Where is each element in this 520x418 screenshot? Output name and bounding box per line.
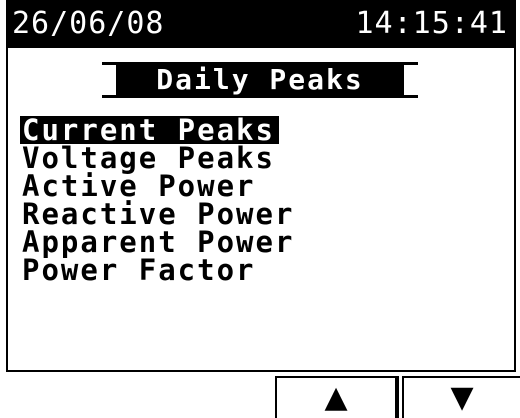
menu-item-power-factor[interactable]: Power Factor — [20, 256, 260, 285]
menu-item-apparent-power[interactable]: Apparent Power — [20, 228, 298, 257]
scroll-down-button[interactable]: ▼ — [402, 376, 520, 418]
page-title-frame: Daily Peaks — [102, 62, 418, 98]
menu-list: Current Peaks Voltage Peaks Active Power… — [20, 116, 298, 285]
status-bar: 26/06/08 14:15:41 — [8, 0, 514, 48]
status-time: 14:15:41 — [355, 6, 508, 41]
up-arrow-icon: ▲ — [324, 380, 348, 415]
menu-item-reactive-power[interactable]: Reactive Power — [20, 200, 298, 229]
menu-item-current-peaks[interactable]: Current Peaks — [20, 116, 279, 145]
page-title: Daily Peaks — [116, 65, 404, 95]
menu-item-active-power[interactable]: Active Power — [20, 172, 260, 201]
lcd-screen: 26/06/08 14:15:41 Daily Peaks Current Pe… — [6, 0, 516, 372]
menu-item-voltage-peaks[interactable]: Voltage Peaks — [20, 144, 279, 173]
status-date: 26/06/08 — [12, 6, 165, 41]
scroll-up-button[interactable]: ▲ — [275, 376, 397, 418]
down-arrow-icon: ▼ — [450, 380, 474, 415]
